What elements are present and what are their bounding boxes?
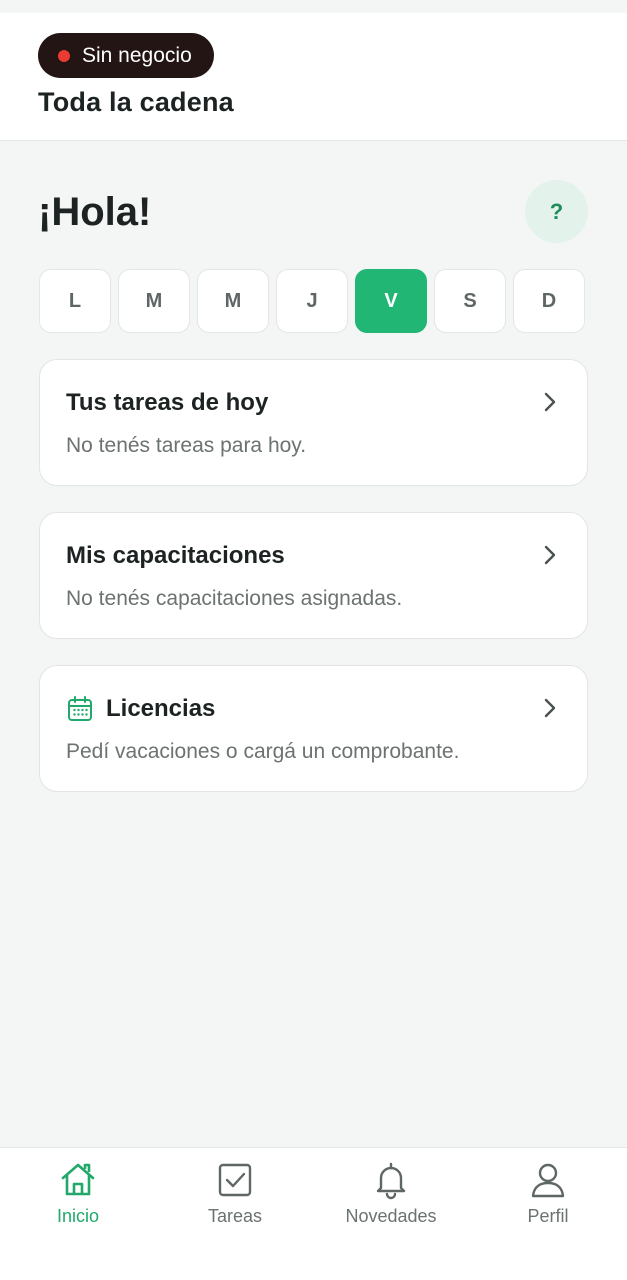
- day-button-tuesday[interactable]: M: [118, 269, 190, 333]
- tasks-card-title: Tus tareas de hoy: [66, 389, 268, 417]
- day-button-thursday[interactable]: J: [276, 269, 348, 333]
- nav-item-home[interactable]: Inicio: [8, 1160, 148, 1227]
- calendar-icon: [68, 696, 92, 721]
- nav-label-news: Novedades: [345, 1206, 437, 1226]
- home-icon: [61, 1163, 95, 1196]
- greeting-heading: ¡Hola!: [38, 190, 152, 234]
- week-day-selector: L M M J V S D: [39, 269, 588, 333]
- licenses-card-title-text: Licencias: [106, 695, 216, 722]
- tasks-card-title-text: Tus tareas de hoy: [66, 389, 269, 416]
- day-button-sunday[interactable]: D: [513, 269, 585, 333]
- day-button-saturday[interactable]: S: [434, 269, 506, 333]
- help-icon: ?: [549, 198, 564, 224]
- trainings-card-title-text: Mis capacitaciones: [66, 542, 285, 569]
- business-status-label: Sin negocio: [82, 43, 192, 67]
- nav-item-profile[interactable]: Perfil: [478, 1160, 618, 1227]
- top-header: Sin negocio Toda la cadena: [0, 13, 627, 141]
- day-button-friday[interactable]: V: [355, 269, 427, 333]
- nav-label-home: Inicio: [56, 1206, 100, 1226]
- nav-item-tasks[interactable]: Tareas: [165, 1160, 305, 1227]
- nav-item-news[interactable]: Novedades: [321, 1160, 461, 1227]
- status-bar: [0, 0, 627, 13]
- trainings-card-title: Mis capacitaciones: [66, 542, 285, 570]
- licenses-card-title: Licencias: [66, 695, 215, 723]
- chevron-right-icon: [544, 698, 556, 718]
- nav-label-profile: Perfil: [527, 1206, 569, 1226]
- trainings-card[interactable]: Mis capacitaciones No tenés capacitacion…: [39, 512, 588, 639]
- status-dot: [58, 49, 70, 62]
- licenses-card-subtitle: Pedí vacaciones o cargá un comprobante.: [66, 740, 460, 763]
- user-icon: [531, 1163, 565, 1198]
- trainings-card-subtitle: No tenés capacitaciones asignadas.: [66, 587, 403, 610]
- day-button-monday[interactable]: L: [39, 269, 111, 333]
- nav-label-tasks: Tareas: [207, 1206, 263, 1226]
- chevron-right-icon: [544, 545, 556, 565]
- bell-icon: [376, 1162, 406, 1200]
- tasks-card[interactable]: Tus tareas de hoy No tenés tareas para h…: [39, 359, 588, 486]
- licenses-card[interactable]: Licencias Pedí vacaciones o cargá un com…: [39, 665, 588, 792]
- bottom-navigation: Inicio Tareas Novedades Perfil: [0, 1147, 627, 1280]
- tasks-card-subtitle: No tenés tareas para hoy.: [66, 434, 307, 457]
- help-button[interactable]: ?: [525, 180, 588, 243]
- chain-title: Toda la cadena: [38, 87, 234, 117]
- chevron-right-icon: [544, 392, 556, 412]
- business-selector[interactable]: Sin negocio: [38, 33, 214, 78]
- day-button-wednesday[interactable]: M: [197, 269, 269, 333]
- checkbox-icon: [218, 1163, 252, 1197]
